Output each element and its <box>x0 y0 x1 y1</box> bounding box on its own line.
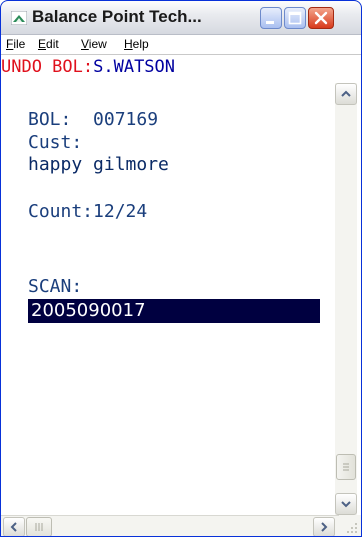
chevron-left-icon <box>10 522 17 532</box>
balance-point-icon <box>11 11 27 25</box>
scroll-up-button[interactable] <box>335 83 357 105</box>
menu-help[interactable]: Help <box>124 37 149 51</box>
bol-value: 007169 <box>93 109 159 130</box>
cust-label: Cust: <box>28 132 83 153</box>
maximize-button[interactable] <box>284 7 306 29</box>
cust-value: happy gilmore <box>28 154 169 175</box>
count-value: 12/24 <box>93 201 148 222</box>
maximize-icon <box>288 11 302 25</box>
chevron-right-icon <box>321 522 328 532</box>
vertical-scroll-thumb[interactable] <box>336 454 356 480</box>
chevron-down-icon <box>341 501 351 508</box>
app-window: Balance Point Tech... File Edit View Hel… <box>0 0 362 537</box>
minimize-icon <box>266 21 274 24</box>
title-bar[interactable]: Balance Point Tech... <box>1 1 361 35</box>
window-title: Balance Point Tech... <box>32 7 202 26</box>
menu-view[interactable]: View <box>81 37 107 51</box>
close-button[interactable] <box>308 7 334 29</box>
minimize-button[interactable] <box>260 7 282 29</box>
terminal-screen[interactable]: UNDO BOL:S.WATSON BOL: 007169 Cust: happ… <box>1 55 361 515</box>
operator-name: S.WATSON <box>93 57 176 77</box>
count-label: Count: <box>28 201 94 222</box>
vertical-scrollbar[interactable] <box>335 83 357 515</box>
screen-content: BOL: 007169 Cust: happy gilmore Count:12… <box>28 55 320 323</box>
scan-input[interactable]: 2005090017 <box>28 299 320 323</box>
menu-file[interactable]: File <box>6 37 25 51</box>
chevron-up-icon <box>341 90 351 97</box>
horizontal-scrollbar[interactable] <box>1 515 361 536</box>
horizontal-scroll-thumb[interactable] <box>26 517 52 536</box>
count-row: Count:12/24 <box>28 201 147 222</box>
scroll-down-button[interactable] <box>335 493 357 515</box>
grip-lines-icon <box>343 463 349 471</box>
resize-grip-icon[interactable] <box>339 515 361 537</box>
bol-label: BOL: <box>28 109 72 130</box>
menu-edit[interactable]: Edit <box>38 37 59 51</box>
scan-label: SCAN: <box>28 276 83 297</box>
close-icon <box>314 11 328 25</box>
scroll-right-button[interactable] <box>313 517 335 536</box>
menu-bar: File Edit View Help <box>1 35 361 55</box>
grip-lines-icon <box>35 523 43 531</box>
bol-row: BOL: 007169 <box>28 109 158 130</box>
scroll-left-button[interactable] <box>3 517 25 536</box>
